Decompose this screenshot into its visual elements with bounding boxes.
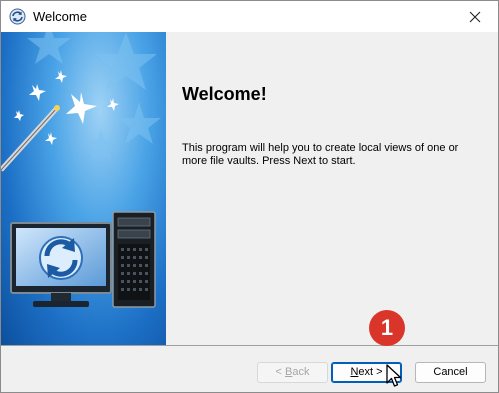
window-title: Welcome <box>33 9 87 24</box>
monitor-icon <box>10 222 112 307</box>
back-button-label: ack <box>292 366 310 378</box>
page-title: Welcome! <box>182 84 267 104</box>
wizard-banner-image <box>1 32 166 345</box>
step-number-badge: 1 <box>369 310 405 346</box>
computer-tower-icon <box>112 211 156 308</box>
next-button-label: ext > <box>358 366 383 378</box>
sync-app-icon <box>9 8 26 25</box>
close-icon <box>469 11 481 22</box>
welcome-description: This program will help you to create loc… <box>182 142 459 167</box>
wizard-window: Welcome Welcome! This program will help … <box>0 0 499 393</box>
back-button-prefix: < <box>275 366 285 378</box>
star-icon <box>14 70 119 145</box>
cancel-button[interactable]: Cancel <box>415 362 486 383</box>
wizard-footer: < Back Next > Cancel <box>1 346 498 392</box>
mouse-pointer-icon <box>386 364 402 387</box>
close-button[interactable] <box>452 1 498 32</box>
back-button[interactable]: < Back <box>257 362 328 383</box>
title-bar[interactable]: Welcome <box>1 1 498 32</box>
wizard-content-panel: Welcome! This program will help you to c… <box>166 32 498 345</box>
